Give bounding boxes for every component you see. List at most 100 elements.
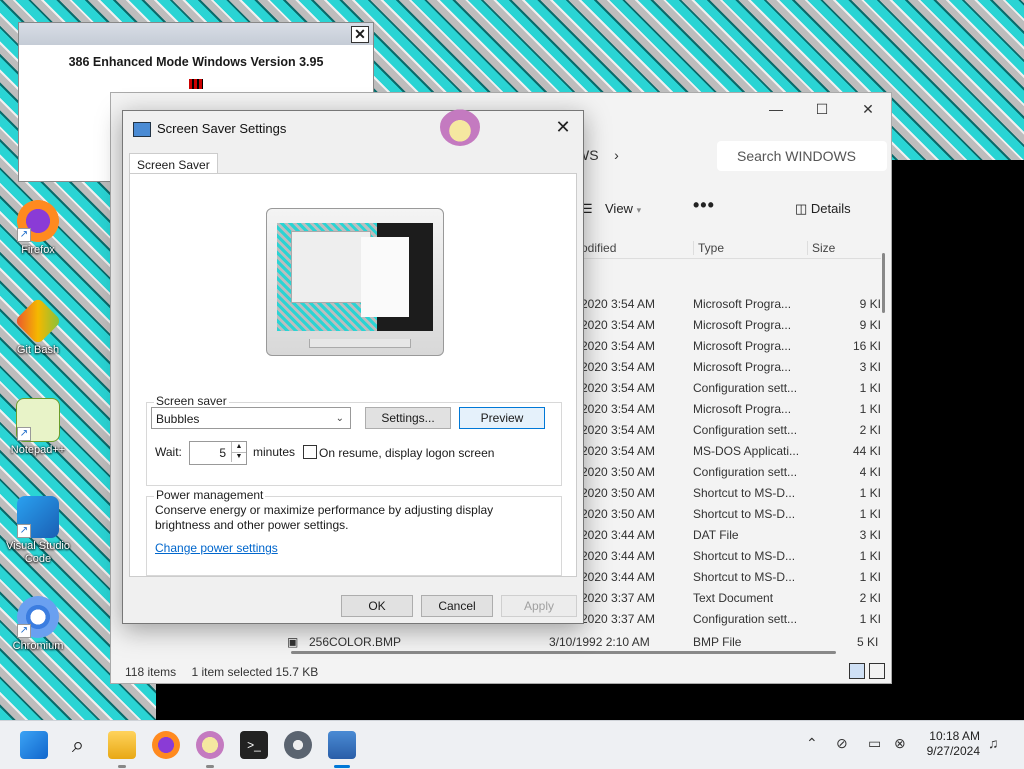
screen-saver-group-label: Screen saver (154, 394, 229, 408)
table-row[interactable]: 2020 3:54 AM Configuration sett... 2 KI (581, 419, 881, 440)
row-date: 2020 3:50 AM (581, 486, 656, 500)
details-view-icon[interactable] (849, 663, 865, 679)
view-menu-button[interactable]: View ▾ (605, 201, 641, 216)
column-type[interactable]: Type (693, 241, 724, 255)
win386-titlebar[interactable]: ✕ (19, 23, 373, 45)
table-row[interactable]: 2020 3:44 AM DAT File 3 KI (581, 524, 881, 545)
column-size[interactable]: Size (807, 241, 835, 255)
row-name: 256COLOR.BMP (309, 635, 402, 649)
row-date: 2020 3:44 AM (581, 549, 656, 563)
table-row[interactable]: 2020 3:50 AM Shortcut to MS-D... 1 KI (581, 482, 881, 503)
dialog-close-button[interactable]: ✕ (551, 117, 575, 138)
table-row[interactable]: 2020 3:54 AM Microsoft Progra... 3 KI (581, 356, 881, 377)
row-date: 2020 3:44 AM (581, 570, 656, 584)
spin-down-icon[interactable]: ▼ (231, 452, 246, 462)
taskbar: ⌕ >_ ⌃ ⊘ ▭ ⊗ 10:18 AM 9/27/2024 ♫ (0, 720, 1024, 769)
logon-on-resume-checkbox[interactable] (303, 445, 317, 459)
table-row[interactable]: 2020 3:54 AM Configuration sett... 1 KI (581, 377, 881, 398)
volume-muted-icon[interactable]: ⊗ (894, 735, 906, 752)
row-size: 9 KI (859, 297, 881, 311)
screen-saver-taskbar-icon[interactable] (328, 731, 356, 759)
display-icon[interactable]: ▭ (868, 735, 881, 752)
terminal-taskbar-icon[interactable]: >_ (240, 731, 268, 759)
row-type: DAT File (693, 528, 739, 542)
notification-bell-icon[interactable]: ♫ (988, 735, 999, 751)
desktop-icon-label: Visual Studio Code (5, 540, 70, 565)
column-date-modified[interactable]: odified (581, 241, 616, 255)
row-size: 2 KI (859, 591, 881, 605)
row-type: Shortcut to MS-D... (693, 549, 796, 563)
row-type: Configuration sett... (693, 381, 798, 395)
maximize-icon[interactable]: ☐ (799, 93, 845, 125)
table-row[interactable]: 2020 3:54 AM Microsoft Progra... 16 KI (581, 335, 881, 356)
settings-button[interactable]: Settings... (365, 407, 451, 429)
desktop-icon-firefox[interactable]: ↗ Firefox (0, 200, 76, 257)
row-type: Microsoft Progra... (693, 318, 792, 332)
close-icon[interactable]: ✕ (845, 93, 891, 125)
desktop-icon-notepad-plus-plus[interactable]: ↗ Notepad++ (0, 398, 76, 457)
file-list-header: odified Type Size (581, 236, 881, 259)
row-size: 9 KI (859, 318, 881, 332)
cancel-button[interactable]: Cancel (421, 595, 493, 617)
more-options-button[interactable]: ••• (693, 195, 715, 216)
win386-close-button[interactable]: ✕ (351, 26, 369, 43)
row-type: Configuration sett... (693, 465, 798, 479)
row-date: 2020 3:54 AM (581, 381, 656, 395)
item-count: 118 items (125, 665, 177, 679)
firefox-taskbar-icon[interactable] (152, 731, 180, 759)
logon-on-resume-label[interactable]: On resume, display logon screen (319, 446, 494, 460)
row-date: 2020 3:54 AM (581, 318, 656, 332)
table-row[interactable]: 2020 3:54 AM Microsoft Progra... 1 KI (581, 398, 881, 419)
file-explorer-taskbar-icon[interactable] (108, 731, 136, 759)
start-button-icon[interactable] (20, 731, 48, 759)
details-pane-button[interactable]: ◫ Details (795, 201, 851, 217)
desktop-icon-label: Chromium (12, 640, 64, 652)
chevron-right-icon[interactable]: › (614, 147, 619, 163)
firefox-icon: ↗ (17, 200, 59, 242)
table-row[interactable]: 2020 3:50 AM Configuration sett... 4 KI (581, 461, 881, 482)
row-date: 2020 3:54 AM (581, 297, 656, 311)
notepad-plus-plus-icon: ↗ (16, 398, 60, 442)
desktop-icon-vscode[interactable]: ↗ Visual Studio Code (0, 496, 76, 566)
row-date: 2020 3:54 AM (581, 423, 656, 437)
vertical-scrollbar[interactable] (882, 253, 885, 313)
screen-saver-settings-dialog[interactable]: Screen Saver Settings ✕ Screen Saver Scr… (122, 110, 584, 624)
row-size: 1 KI (859, 612, 881, 626)
table-row[interactable]: 2020 3:50 AM Shortcut to MS-D... 1 KI (581, 503, 881, 524)
wait-minutes-stepper[interactable]: 5 ▲ ▼ (189, 441, 247, 465)
row-date: 2020 3:54 AM (581, 360, 656, 374)
chevron-up-icon[interactable]: ⌃ (806, 735, 818, 752)
table-row[interactable]: 2020 3:37 AM Text Document 2 KI (581, 587, 881, 608)
large-icons-view-icon[interactable] (869, 663, 885, 679)
git-bash-icon (14, 297, 62, 345)
preview-button[interactable]: Preview (459, 407, 545, 429)
network-offline-icon[interactable]: ⊘ (836, 735, 848, 752)
row-type: Text Document (693, 591, 774, 605)
table-row[interactable]: 2020 3:54 AM MS-DOS Applicati... 44 KI (581, 440, 881, 461)
ok-button[interactable]: OK (341, 595, 413, 617)
address-bar[interactable]: WS › (576, 141, 706, 169)
settings-gear-taskbar-icon[interactable] (284, 731, 312, 759)
table-row[interactable]: 2020 3:44 AM Shortcut to MS-D... 1 KI (581, 566, 881, 587)
desktop-icon-chromium[interactable]: ↗ Chromium (0, 596, 76, 653)
apply-button[interactable]: Apply (501, 595, 577, 617)
table-row[interactable]: 2020 3:37 AM Configuration sett... 1 KI (581, 608, 881, 629)
screen-saver-select[interactable]: Bubbles ⌄ (151, 407, 351, 429)
chromium-icon: ↗ (17, 596, 59, 638)
table-row[interactable]: 2020 3:44 AM Shortcut to MS-D... 1 KI (581, 545, 881, 566)
wait-value[interactable]: 5 (219, 446, 226, 460)
table-row[interactable]: 2020 3:54 AM Microsoft Progra... 9 KI (581, 314, 881, 335)
horizontal-scrollbar[interactable] (291, 651, 836, 654)
row-size: 1 KI (859, 381, 881, 395)
change-power-settings-link[interactable]: Change power settings (155, 541, 278, 555)
search-icon[interactable]: ⌕ (64, 731, 92, 759)
search-input[interactable]: Search WINDOWS (717, 141, 887, 171)
table-row[interactable]: 2020 3:54 AM Microsoft Progra... 9 KI (581, 293, 881, 314)
app-mascot-taskbar-icon[interactable] (196, 731, 224, 759)
desktop-icon-git-bash[interactable]: Git Bash (0, 297, 76, 357)
row-type: Microsoft Progra... (693, 339, 792, 353)
clock[interactable]: 10:18 AM 9/27/2024 (927, 729, 980, 759)
minimize-icon[interactable]: — (753, 93, 799, 125)
row-size: 3 KI (859, 360, 881, 374)
row-size: 44 KI (852, 444, 881, 458)
